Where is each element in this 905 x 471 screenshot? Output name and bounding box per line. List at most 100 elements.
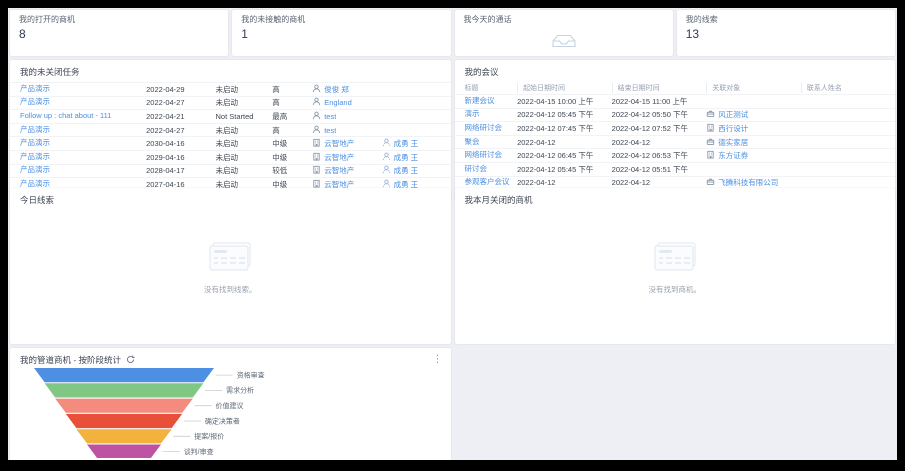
kpi-card-untouched-deals[interactable]: 我的未接触的商机 1 [232, 10, 451, 56]
task-subject-link[interactable]: 产品演示 [20, 164, 50, 175]
task-row[interactable]: 产品演示 2029-04-16 未启动 中级 云智地产 成勇 王 [10, 149, 451, 164]
account-icon [707, 123, 714, 132]
task-row[interactable]: 产品演示 2022-04-27 未启动 高 test [10, 122, 451, 137]
deal-icon [707, 138, 715, 145]
meeting-start: 2022-04-12 [517, 178, 556, 188]
meeting-start: 2022-04-12 05:45 下午 [517, 164, 594, 174]
card-menu-icon[interactable]: ⋮ [433, 354, 443, 365]
task-status: 未启动 [215, 152, 239, 162]
meeting-related-link[interactable]: 飞腾科技有限公司 [718, 177, 778, 188]
task-row[interactable]: Follow up : chat about - 111 2022-04-21 … [10, 109, 451, 123]
funnel-stage-label: 需求分析 [226, 386, 254, 395]
task-due-date: 2022-04-29 [146, 84, 185, 94]
task-due-date: 2022-04-27 [146, 98, 185, 108]
kpi-title: 我的线索 [685, 15, 718, 24]
task-subject-link[interactable]: Follow up : chat about - 111 [20, 111, 111, 120]
account-icon [313, 179, 320, 188]
meeting-title-link[interactable]: 网络研讨会 [465, 122, 503, 133]
kpi-title: 我的打开的商机 [19, 15, 75, 24]
open-tasks-card: 我的未关闭任务 产品演示 2022-04-29 未启动 高 俊俊 郑 产品演示 … [10, 60, 451, 202]
task-row[interactable]: 产品演示 2030-04-16 未启动 中级 云智地产 成勇 王 [10, 136, 451, 150]
closing-deals-card: 我本月关闭的商机 没有找到商机。 [454, 188, 896, 344]
funnel-stage-2[interactable] [44, 383, 204, 398]
meeting-title-link[interactable]: 新建会议 [465, 95, 495, 106]
meetings-title: 我的会议 [464, 67, 499, 77]
task-related-link[interactable]: test [324, 126, 336, 135]
task-subject-link[interactable]: 产品演示 [20, 96, 50, 107]
task-related-link[interactable]: England [324, 98, 352, 107]
task-related-link[interactable]: test [324, 112, 336, 121]
account-icon [313, 152, 320, 161]
meeting-related-link[interactable]: 西行设计 [718, 123, 748, 134]
task-contact-link[interactable]: 成勇 王 [394, 138, 419, 149]
lead-icon [313, 111, 321, 120]
meeting-related-link[interactable]: 东方证券 [718, 150, 748, 161]
meeting-end: 2022-04-12 [611, 178, 651, 188]
deal-icon [707, 179, 715, 186]
meeting-row[interactable]: 演示 2022-04-12 05:45 下午 2022-04-12 05:50 … [454, 107, 895, 122]
task-contact-link[interactable]: 成勇 王 [394, 152, 419, 163]
funnel-stage-5[interactable] [76, 429, 172, 444]
funnel-header: 我的管道商机 - 按阶段统计 ⋮ [10, 348, 451, 368]
meeting-related-link[interactable]: 德实家居 [718, 137, 748, 148]
task-subject-link[interactable]: 产品演示 [20, 137, 50, 148]
open-tasks-table: 产品演示 2022-04-29 未启动 高 俊俊 郑 产品演示 2022-04-… [10, 82, 451, 191]
meeting-related-link[interactable]: 风正测试 [718, 109, 748, 120]
meeting-start: 2022-04-12 06:45 下午 [517, 151, 594, 161]
closing-deals-empty-state: 没有找到商机。 [455, 241, 896, 295]
task-subject-link[interactable]: 产品演示 [20, 124, 50, 135]
task-status: 未启动 [215, 84, 239, 94]
meeting-end: 2022-04-12 [611, 137, 651, 147]
funnel-stage-label: 提案/报价 [194, 432, 224, 441]
meeting-title-link[interactable]: 研讨会 [465, 163, 488, 174]
meeting-start: 2022-04-12 05:45 下午 [517, 110, 594, 120]
kpi-card-open-deals[interactable]: 我的打开的商机 8 [10, 10, 229, 56]
task-due-date: 2029-04-16 [146, 152, 185, 162]
meeting-title-link[interactable]: 聚会 [465, 136, 480, 147]
task-related-link[interactable]: 云智地产 [324, 165, 354, 176]
task-contact-link[interactable]: 成勇 王 [394, 165, 419, 176]
today-leads-empty-state: 没有找到线索。 [10, 241, 451, 295]
refresh-icon[interactable] [126, 355, 135, 366]
task-related-link[interactable]: 云智地产 [324, 152, 354, 163]
meeting-title-link[interactable]: 参观客户会议 [465, 176, 510, 187]
task-status: 未启动 [215, 125, 239, 135]
task-subject-link[interactable]: 产品演示 [20, 83, 50, 94]
kpi-value: 8 [19, 27, 26, 41]
meeting-row[interactable]: 聚会 2022-04-12 2022-04-12 德实家居 [454, 134, 895, 149]
closing-deals-empty-text: 没有找到商机。 [648, 285, 702, 295]
closing-deals-title: 我本月关闭的商机 [464, 195, 533, 205]
meeting-start: 2022-04-12 07:45 下午 [517, 123, 594, 133]
meeting-title-link[interactable]: 网络研讨会 [465, 149, 503, 160]
funnel-stage-6[interactable] [87, 444, 161, 459]
task-row[interactable]: 产品演示 2028-04-17 未启动 较低 云智地产 成勇 王 [10, 163, 451, 178]
meeting-row[interactable]: 网络研讨会 2022-04-12 07:45 下午 2022-04-12 07:… [454, 121, 895, 135]
kpi-card-calls-today[interactable]: 我今天的通话 [454, 10, 673, 56]
task-subject-link[interactable]: 产品演示 [20, 151, 50, 162]
contact-icon [382, 152, 390, 160]
funnel-stage-3[interactable] [55, 398, 193, 413]
task-related-link[interactable]: 云智地产 [324, 138, 354, 149]
meetings-table-header: 标题 起始日期时间 结束日期时间 关联对象 联系人姓名 [455, 82, 896, 94]
funnel-stage-1[interactable] [34, 368, 214, 383]
funnel-stage-4[interactable] [65, 413, 183, 429]
meeting-row[interactable]: 网络研讨会 2022-04-12 06:45 下午 2022-04-12 06:… [454, 148, 895, 162]
kpi-card-leads[interactable]: 我的线索 13 [676, 10, 895, 56]
kpi-value: 13 [685, 27, 700, 41]
task-row[interactable]: 产品演示 2022-04-29 未启动 高 俊俊 郑 [10, 82, 451, 96]
task-row[interactable]: 产品演示 2022-04-27 未启动 高 England [10, 95, 451, 110]
account-icon [707, 151, 714, 159]
task-status: Not Started [215, 111, 254, 121]
task-related-link[interactable]: 俊俊 郑 [324, 84, 349, 95]
meeting-end: 2022-04-12 05:50 下午 [611, 110, 688, 120]
col-related: 关联对象 [706, 83, 801, 93]
meeting-row[interactable]: 新建会议 2022-04-15 10:00 上午 2022-04-15 11:0… [454, 94, 895, 108]
lead-icon [313, 98, 321, 106]
funnel-stage-label: 资格审查 [237, 370, 265, 379]
meeting-row[interactable]: 研讨会 2022-04-12 05:45 下午 2022-04-12 05:51… [454, 161, 895, 176]
dashboard-background: 我的打开的商机 8 我的未接触的商机 1 我今天的通话 我的线索 13 我的未关… [8, 8, 897, 460]
pipeline-funnel-chart: 资格审查需求分析价值建议确定决策者提案/报价谈判/审查 [34, 368, 265, 459]
task-priority: 最高 [272, 111, 288, 121]
meeting-title-link[interactable]: 演示 [465, 108, 480, 119]
kpi-empty-state [464, 25, 664, 61]
